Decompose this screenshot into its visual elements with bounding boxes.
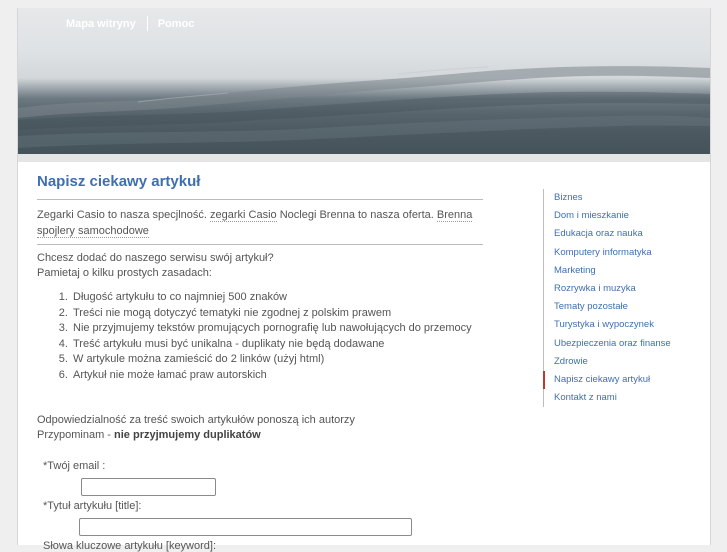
nav-link-sitemap[interactable]: Mapa witryny <box>66 18 136 30</box>
nav-link-help[interactable]: Pomoc <box>158 18 195 30</box>
sidebar-item-label[interactable]: Napisz ciekawy artykuł <box>554 374 650 385</box>
sidebar-item-label[interactable]: Turystyka i wypoczynek <box>554 319 654 330</box>
sidebar-item-label[interactable]: Komputery informatyka <box>554 247 652 258</box>
rules-list: Długość artykułu to co najmniej 500 znak… <box>37 290 472 383</box>
rule-item: Treść artykułu musi być unikalna - dupli… <box>71 337 472 353</box>
rule-item: Treści nie mogą dotyczyć tematyki nie zg… <box>71 306 472 322</box>
duplicates-warning: nie przyjmujemy duplikatów <box>114 429 261 441</box>
rule-item: Nie przyjmujemy tekstów promujących porn… <box>71 321 472 337</box>
email-label: *Twój email : <box>43 460 106 472</box>
sidebar-item-zdrowie[interactable]: Zdrowie <box>544 353 671 371</box>
sidebar-item-marketing[interactable]: Marketing <box>544 262 671 280</box>
title-label: *Tytuł artykułu [title]: <box>43 500 142 512</box>
category-sidebar: Biznes Dom i mieszkanie Edukacja oraz na… <box>543 189 671 408</box>
sidebar-item-edukacja[interactable]: Edukacja oraz nauka <box>544 225 671 243</box>
question-text: Chcesz dodać do naszego serwisu swój art… <box>37 251 274 281</box>
page-title: Napisz ciekawy artykuł <box>37 173 201 190</box>
header-banner: Mapa witryny Pomoc <box>18 8 710 154</box>
intro-paragraph: Zegarki Casio to nasza specjlność. zegar… <box>37 207 483 239</box>
keywords-label: Słowa kluczowe artykułu [keyword]: <box>43 540 217 552</box>
intro-text-2: Noclegi Brenna to nasza oferta. <box>279 209 434 221</box>
duplicates-line: Przypominam - nie przyjmujemy duplikatów <box>37 428 355 443</box>
title-field[interactable] <box>79 518 412 536</box>
article-content: Napisz ciekawy artykuł Zegarki Casio to … <box>37 173 487 552</box>
responsibility-note: Odpowiedzialność za treść swoich artykuł… <box>37 413 355 443</box>
responsibility-line: Odpowiedzialność za treść swoich artykuł… <box>37 414 355 426</box>
sidebar-item-biznes[interactable]: Biznes <box>544 189 671 207</box>
duplicates-prefix: Przypominam - <box>37 429 115 441</box>
sidebar-item-label[interactable]: Rozrywka i muzyka <box>554 283 636 294</box>
sidebar-item-ubezpieczenia[interactable]: Ubezpieczenia oraz finanse <box>544 335 671 353</box>
question-line-2: Pamietaj o kilku prostych zasadach: <box>37 267 212 279</box>
page-container: Mapa witryny Pomoc Napisz ciekawy artyku… <box>17 8 711 552</box>
intro-text-1: Zegarki Casio to nasza specjlność. <box>37 209 207 221</box>
sidebar-item-label[interactable]: Ubezpieczenia oraz finanse <box>554 338 671 349</box>
link-zegarki-casio[interactable]: zegarki Casio <box>210 209 277 222</box>
sidebar-item-label[interactable]: Marketing <box>554 265 596 276</box>
sidebar-item-napisz-artykul[interactable]: Napisz ciekawy artykuł <box>543 370 671 390</box>
sidebar-item-label[interactable]: Tematy pozostałe <box>554 301 628 312</box>
sidebar-item-dom[interactable]: Dom i mieszkanie <box>544 207 671 225</box>
sidebar-item-tematy[interactable]: Tematy pozostałe <box>544 298 671 316</box>
sidebar-item-turystyka[interactable]: Turystyka i wypoczynek <box>544 316 671 334</box>
sidebar-item-label[interactable]: Edukacja oraz nauka <box>554 228 643 239</box>
intro-divider <box>37 244 483 245</box>
email-field[interactable] <box>81 478 216 496</box>
top-navigation: Mapa witryny Pomoc <box>66 16 194 31</box>
rule-item: W artykule można zamieścić do 2 linków (… <box>71 352 472 368</box>
nav-divider <box>146 16 148 31</box>
sidebar-item-kontakt[interactable]: Kontakt z nami <box>544 389 671 407</box>
header-divider-strip <box>18 154 710 162</box>
title-divider <box>37 199 483 200</box>
sidebar-item-label[interactable]: Biznes <box>554 192 583 203</box>
sidebar-item-label[interactable]: Zdrowie <box>554 356 588 367</box>
sidebar-item-label[interactable]: Kontakt z nami <box>554 392 617 403</box>
sidebar-item-rozrywka[interactable]: Rozrywka i muzyka <box>544 280 671 298</box>
rule-item: Artykuł nie może łamać praw autorskich <box>71 368 472 384</box>
rule-item: Długość artykułu to co najmniej 500 znak… <box>71 290 472 306</box>
question-line-1: Chcesz dodać do naszego serwisu swój art… <box>37 252 274 264</box>
sidebar-item-komputery[interactable]: Komputery informatyka <box>544 244 671 262</box>
sidebar-item-label[interactable]: Dom i mieszkanie <box>554 210 629 221</box>
